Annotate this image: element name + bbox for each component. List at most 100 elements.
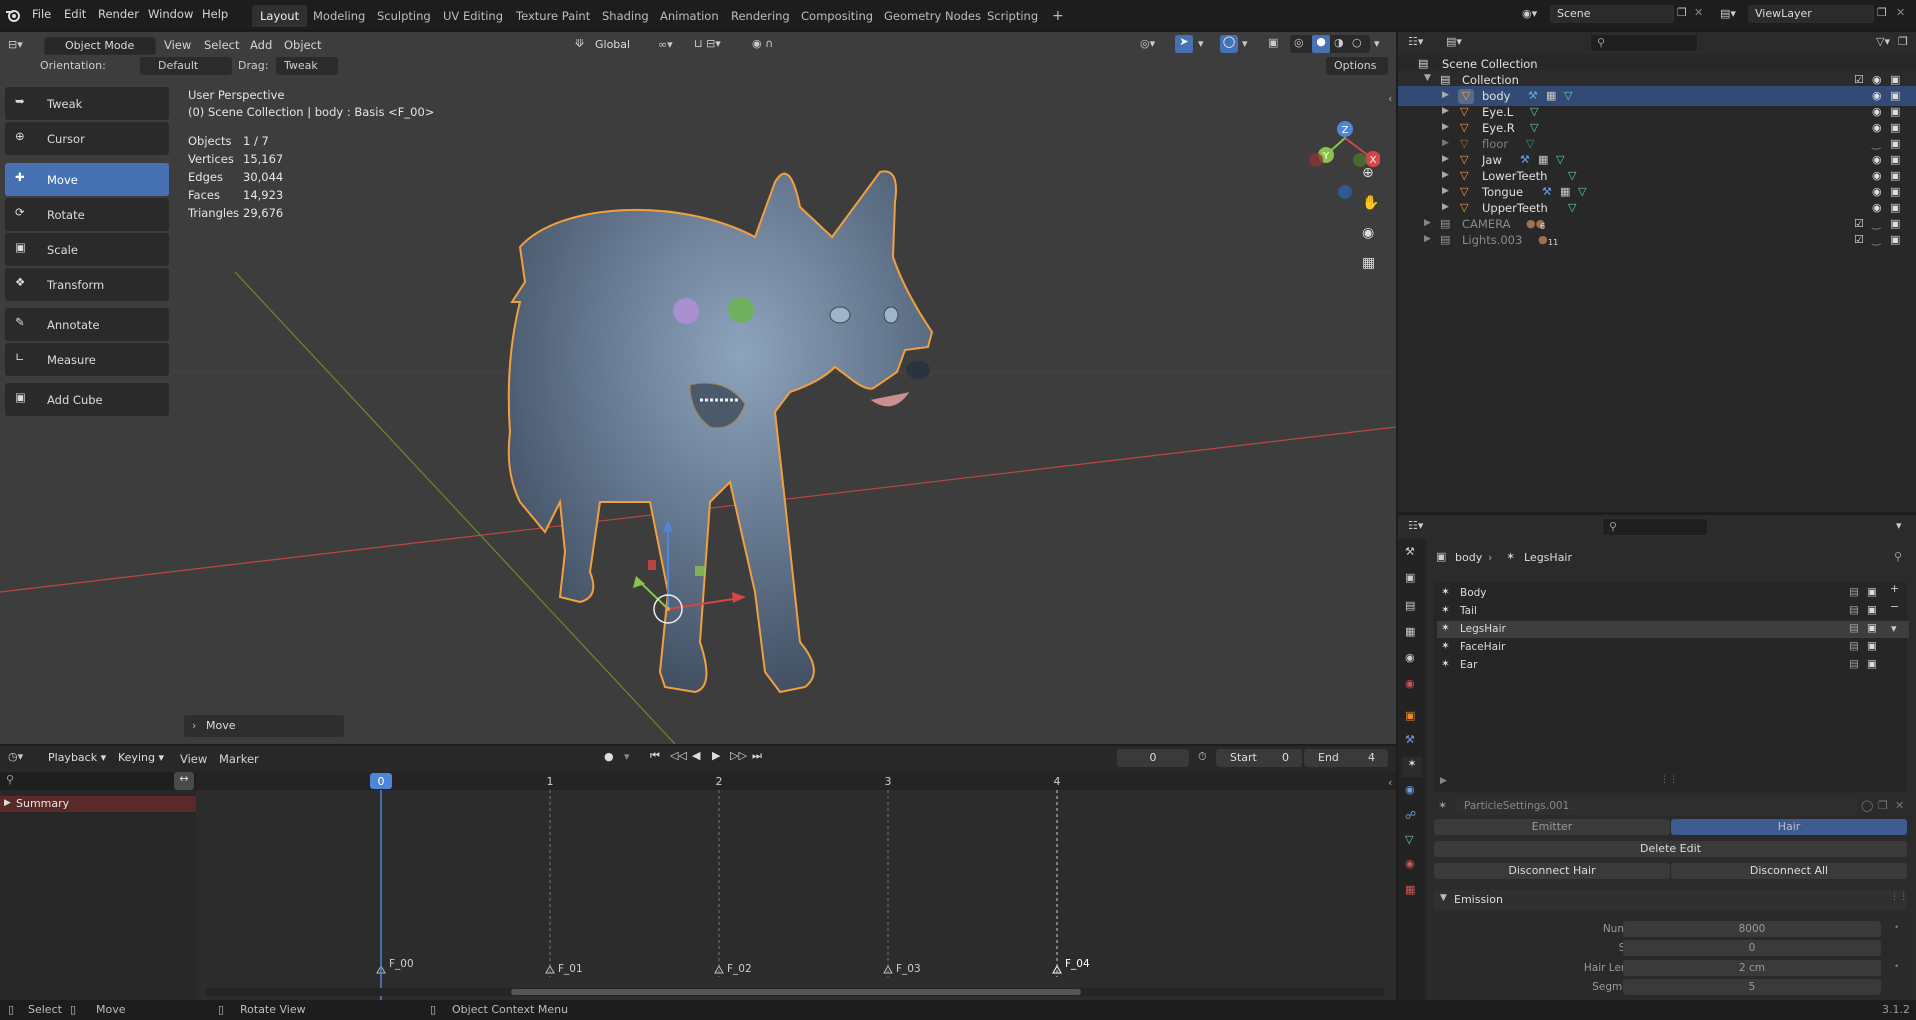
mesh-data-icon[interactable]: ▽ xyxy=(1568,169,1576,182)
constraints-tab-icon[interactable]: ☍ xyxy=(1405,809,1416,822)
delete-edit-button[interactable]: Delete Edit xyxy=(1434,841,1907,857)
jump-end-icon[interactable]: ⏭ xyxy=(752,749,762,763)
solid-shading-icon[interactable]: ● xyxy=(1312,35,1330,53)
rendered-shading-icon[interactable]: ○ xyxy=(1352,36,1362,49)
modifier-wrench-icon[interactable]: ⚒ xyxy=(1542,185,1552,198)
wireframe-shading-icon[interactable]: ◎ xyxy=(1294,36,1304,49)
expand-arrow-icon[interactable]: ▶ xyxy=(1442,90,1449,100)
animate-property-icon[interactable]: • xyxy=(1894,962,1899,972)
seed-field[interactable]: 0 xyxy=(1623,940,1881,956)
mesh-data-icon[interactable]: ▽ xyxy=(1564,89,1572,102)
data-tab-icon[interactable]: ▽ xyxy=(1405,833,1413,846)
mesh-data-icon[interactable]: ▽ xyxy=(1530,105,1538,118)
viewport-display-icon[interactable]: ▤ xyxy=(1849,604,1859,616)
outliner-row-lights-collection[interactable]: ▶ ▤ Lights.003 ● 11 ☑ ‿ ▣ xyxy=(1398,230,1916,250)
eye-closed-icon[interactable]: ‿ xyxy=(1872,233,1881,246)
expand-arrow-icon[interactable]: ▶ xyxy=(1442,154,1449,164)
tab-geometry-nodes[interactable]: Geometry Nodes xyxy=(876,5,989,27)
sidebar-toggle-icon[interactable]: ‹ xyxy=(1388,776,1392,789)
scene-tab-icon[interactable]: ◉ xyxy=(1405,651,1415,664)
properties-search-input[interactable]: ⚲ xyxy=(1602,518,1708,536)
menu-help[interactable]: Help xyxy=(202,7,228,21)
tab-animation[interactable]: Animation xyxy=(652,5,727,27)
particles-tab-icon[interactable]: ✶ xyxy=(1402,757,1422,777)
tab-layout[interactable]: Layout xyxy=(252,5,308,27)
timeline-scrollbar-thumb[interactable] xyxy=(511,989,1081,995)
camera-render-icon[interactable]: ▣ xyxy=(1890,185,1900,198)
mode-dropdown[interactable]: Object Mode xyxy=(44,37,156,55)
list-item-tail[interactable]: ✶ Tail ▤ ▣ xyxy=(1437,603,1909,620)
tool-tweak[interactable]: ➥ Tweak xyxy=(5,87,169,120)
filter-icon[interactable]: ▽▾ xyxy=(1876,35,1890,48)
transform-orientation-icon[interactable]: ⟱ xyxy=(575,37,584,50)
tab-modeling[interactable]: Modeling xyxy=(305,5,373,27)
type-hair-button[interactable]: Hair xyxy=(1671,819,1907,835)
tab-rendering[interactable]: Rendering xyxy=(723,5,798,27)
overlay-toggle-icon[interactable]: ◯ xyxy=(1220,35,1238,53)
stopwatch-icon[interactable]: ⏱ xyxy=(1198,750,1207,764)
expand-arrow-icon[interactable]: ▶ xyxy=(1442,170,1449,180)
blender-logo-icon[interactable] xyxy=(5,7,21,23)
modifier-tab-icon[interactable]: ⚒ xyxy=(1405,733,1415,746)
eye-closed-icon[interactable]: ‿ xyxy=(1872,217,1881,230)
gizmo-toggle-icon[interactable]: ➤ xyxy=(1175,35,1193,53)
viewport-display-icon[interactable]: ▤ xyxy=(1849,640,1859,652)
tool-scale[interactable]: ▣ Scale xyxy=(5,233,169,266)
keying-dropdown-icon[interactable]: ▾ xyxy=(624,750,630,763)
pivot-icon[interactable]: ∞▾ xyxy=(658,38,673,51)
mesh-data-icon[interactable]: ▽ xyxy=(1568,201,1576,214)
list-item-ear[interactable]: ✶ Ear ▤ ▣ xyxy=(1437,657,1909,674)
breadcrumb-object[interactable]: body xyxy=(1455,551,1482,564)
panel-grip-icon[interactable]: ⋮⋮ xyxy=(1890,892,1908,902)
eye-icon[interactable]: ◉ xyxy=(1872,201,1882,214)
list-filter-toggle-icon[interactable]: ▶ xyxy=(1440,776,1447,786)
collection-checkbox[interactable]: ☑ xyxy=(1854,217,1864,230)
disconnect-hair-button[interactable]: Disconnect Hair xyxy=(1434,863,1670,879)
camera-render-icon[interactable]: ▣ xyxy=(1890,89,1900,102)
eye-icon[interactable]: ◉ xyxy=(1872,121,1882,134)
unlink-settings-icon[interactable]: ✕ xyxy=(1895,799,1904,812)
menu-render[interactable]: Render xyxy=(98,7,139,21)
tab-uv-editing[interactable]: UV Editing xyxy=(435,5,511,27)
list-specials-icon[interactable]: ▾ xyxy=(1891,622,1897,635)
expand-arrow-icon[interactable]: ▶ xyxy=(1424,218,1431,228)
outliner-search-input[interactable]: ⚲ xyxy=(1590,34,1698,52)
play-reverse-icon[interactable]: ◀ xyxy=(692,749,700,762)
tool-add-cube[interactable]: ▣ Add Cube xyxy=(5,383,169,416)
camera-render-icon[interactable]: ▣ xyxy=(1867,640,1877,652)
shading-dropdown-icon[interactable]: ▾ xyxy=(1374,37,1380,50)
collection-checkbox[interactable]: ☑ xyxy=(1854,233,1864,246)
scene-icon[interactable]: ◉▾ xyxy=(1522,7,1546,23)
shape-keys-icon[interactable]: ▦ xyxy=(1546,89,1556,102)
gizmo-dropdown-icon[interactable]: ▾ xyxy=(1198,37,1204,50)
add-particle-system-button[interactable]: + xyxy=(1890,582,1899,595)
drag-dropdown[interactable]: Tweak xyxy=(276,57,338,75)
texture-tab-icon[interactable]: ▦ xyxy=(1405,883,1415,896)
eye-icon[interactable]: ◉ xyxy=(1872,89,1882,102)
camera-render-icon[interactable]: ▣ xyxy=(1890,105,1900,118)
object-tab-icon[interactable]: ▣ xyxy=(1405,709,1415,722)
overlay-dropdown-icon[interactable]: ▾ xyxy=(1242,37,1248,50)
modifier-wrench-icon[interactable]: ⚒ xyxy=(1528,89,1538,102)
tab-sculpting[interactable]: Sculpting xyxy=(369,5,439,27)
shape-keys-icon[interactable]: ▦ xyxy=(1538,153,1548,166)
end-frame-field[interactable]: End 4 xyxy=(1304,749,1388,767)
viewport-display-icon[interactable]: ▤ xyxy=(1849,658,1859,670)
mesh-data-icon[interactable]: ▽ xyxy=(1578,185,1586,198)
list-item-legshair[interactable]: ✶ LegsHair ▤ ▣ xyxy=(1437,621,1909,638)
physics-tab-icon[interactable]: ◉ xyxy=(1405,783,1415,796)
camera-render-icon[interactable]: ▣ xyxy=(1890,121,1900,134)
pin-icon[interactable]: ⚲ xyxy=(1894,550,1902,563)
tool-move[interactable]: ✚ Move xyxy=(5,163,169,196)
particle-settings-name-field[interactable]: ParticleSettings.001 xyxy=(1456,797,1858,815)
navigation-gizmo[interactable]: Z X Y xyxy=(1300,82,1380,202)
new-scene-icon[interactable]: ❐ xyxy=(1677,6,1687,19)
orientation-dropdown[interactable]: Default xyxy=(140,57,232,75)
eye-icon[interactable]: ◉ xyxy=(1872,169,1882,182)
jump-start-icon[interactable]: ⏮ xyxy=(650,749,660,763)
eye-icon[interactable]: ◉ xyxy=(1872,105,1882,118)
zoom-icon[interactable]: ⊕ xyxy=(1362,165,1374,181)
emission-panel-header[interactable]: ▼ Emission ⋮⋮ xyxy=(1434,890,1908,910)
menu-select[interactable]: Select xyxy=(204,38,239,52)
eye-closed-icon[interactable]: ‿ xyxy=(1872,137,1881,150)
